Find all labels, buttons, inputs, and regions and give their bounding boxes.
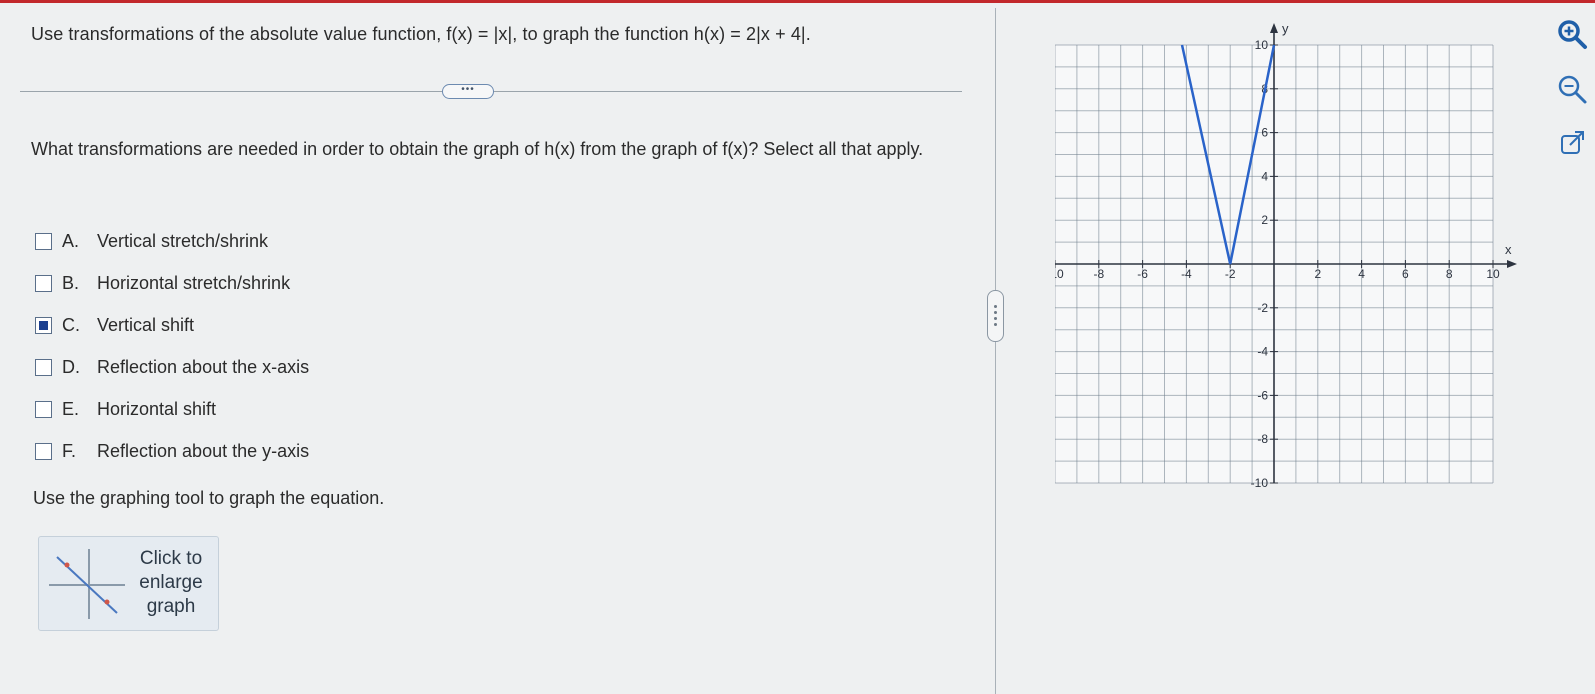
option-b-checkbox[interactable] — [35, 274, 52, 292]
top-accent-bar — [0, 0, 1595, 3]
external-link-icon[interactable] — [1556, 128, 1588, 160]
option-a[interactable]: A. Vertical stretch/shrink — [35, 220, 309, 262]
y-tick-label: 6 — [1261, 126, 1268, 140]
y-axis-label: y — [1282, 21, 1289, 36]
x-tick-label: -8 — [1093, 267, 1104, 281]
x-tick-label: -4 — [1181, 267, 1192, 281]
graph-instruction: Use the graphing tool to graph the equat… — [33, 488, 385, 508]
option-c[interactable]: C. Vertical shift — [35, 304, 309, 346]
y-tick-label: 10 — [1255, 38, 1269, 52]
option-letter: A. — [62, 230, 80, 251]
option-d-checkbox[interactable] — [35, 358, 52, 376]
x-tick-label: 2 — [1314, 267, 1321, 281]
x-tick-label: 6 — [1402, 267, 1409, 281]
x-tick-label: 8 — [1446, 267, 1453, 281]
option-b[interactable]: B. Horizontal stretch/shrink — [35, 262, 309, 304]
enlarge-graph-label: Click to enlarge graph — [139, 548, 203, 617]
option-letter: B. — [62, 272, 80, 293]
option-f-checkbox[interactable] — [35, 442, 52, 460]
option-text: Reflection about the y-axis — [97, 440, 310, 461]
pane-splitter — [995, 8, 996, 694]
option-text: Vertical shift — [97, 314, 195, 335]
option-a-checkbox[interactable] — [35, 232, 52, 250]
question-prompt: What transformations are needed in order… — [31, 139, 924, 159]
option-letter: C. — [62, 314, 80, 335]
y-tick-label: -4 — [1257, 345, 1268, 359]
zoom-in-icon[interactable] — [1556, 18, 1588, 50]
option-text: Horizontal stretch/shrink — [97, 272, 291, 293]
y-tick-label: 2 — [1261, 213, 1268, 227]
option-c-checkbox[interactable] — [35, 316, 52, 334]
y-tick-label: -8 — [1257, 432, 1268, 446]
x-tick-label: 10 — [1486, 267, 1500, 281]
enlarge-graph-button[interactable]: Click to enlarge graph — [38, 536, 219, 631]
option-f[interactable]: F. Reflection about the y-axis — [35, 430, 309, 472]
option-d[interactable]: D. Reflection about the x-axis — [35, 346, 309, 388]
option-e-checkbox[interactable] — [35, 400, 52, 418]
pane-splitter-handle[interactable] — [987, 290, 1004, 342]
option-letter: D. — [62, 356, 80, 377]
x-tick-label: -10 — [1055, 267, 1064, 281]
x-tick-label: -6 — [1137, 267, 1148, 281]
y-axis-arrow — [1270, 23, 1278, 33]
x-axis-arrow — [1507, 260, 1517, 268]
option-text: Horizontal shift — [97, 398, 217, 419]
y-tick-label: -10 — [1251, 476, 1269, 490]
zoom-out-icon[interactable] — [1556, 73, 1588, 105]
option-text: Vertical stretch/shrink — [97, 230, 269, 251]
expand-more-button[interactable]: ••• — [442, 84, 494, 99]
option-e[interactable]: E. Horizontal shift — [35, 388, 309, 430]
option-text: Reflection about the x-axis — [97, 356, 310, 377]
y-tick-label: -6 — [1257, 388, 1268, 402]
graph-thumbnail-icon — [49, 549, 125, 619]
x-tick-label: -2 — [1225, 267, 1236, 281]
coordinate-graph[interactable]: xy-10-8-6-4-2246810108642-2-4-6-8-10 — [1055, 21, 1545, 501]
option-letter: E. — [62, 398, 80, 419]
question-title: Use transformations of the absolute valu… — [31, 24, 811, 44]
x-tick-label: 4 — [1358, 267, 1365, 281]
x-axis-label: x — [1505, 242, 1512, 257]
option-letter: F. — [62, 440, 77, 461]
y-tick-label: 4 — [1261, 169, 1268, 183]
y-tick-label: -2 — [1257, 301, 1268, 315]
answer-options: A. Vertical stretch/shrink B. Horizontal… — [35, 220, 309, 472]
